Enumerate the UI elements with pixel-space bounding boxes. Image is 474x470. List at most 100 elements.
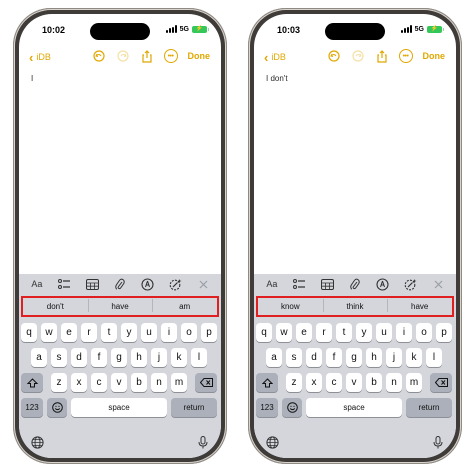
table-icon[interactable] — [320, 277, 334, 291]
key-h[interactable]: h — [366, 348, 382, 367]
checklist-icon[interactable] — [58, 277, 72, 291]
key-x[interactable]: x — [71, 373, 87, 392]
key-e[interactable]: e — [296, 323, 312, 342]
key-g[interactable]: g — [346, 348, 362, 367]
note-body-text[interactable]: I don't — [266, 74, 288, 83]
markup-pen-icon[interactable] — [376, 277, 390, 291]
back-button[interactable]: ‹ iDB — [29, 51, 51, 64]
space-bar[interactable]: space — [306, 398, 402, 417]
key-m[interactable]: m — [406, 373, 422, 392]
emoji-key[interactable] — [47, 398, 67, 417]
more-options-icon[interactable]: ••• — [163, 49, 178, 63]
paperclip-icon[interactable] — [348, 277, 362, 291]
redo-icon[interactable] — [116, 49, 130, 63]
more-options-icon[interactable]: ••• — [398, 49, 413, 63]
markup-pen-icon[interactable] — [141, 277, 155, 291]
key-d[interactable]: d — [71, 348, 87, 367]
key-w[interactable]: w — [41, 323, 57, 342]
key-j[interactable]: j — [151, 348, 167, 367]
globe-icon[interactable] — [264, 434, 280, 450]
suggestion-2[interactable]: have — [87, 299, 153, 312]
microphone-icon[interactable] — [195, 434, 211, 450]
delete-key[interactable] — [195, 373, 217, 392]
redo-icon[interactable] — [351, 49, 365, 63]
key-u[interactable]: u — [141, 323, 157, 342]
checklist-icon[interactable] — [293, 277, 307, 291]
key-i[interactable]: i — [396, 323, 412, 342]
key-t[interactable]: t — [336, 323, 352, 342]
close-icon[interactable] — [431, 277, 445, 291]
ai-writing-tools-icon[interactable] — [168, 277, 182, 291]
key-k[interactable]: k — [406, 348, 422, 367]
key-b[interactable]: b — [366, 373, 382, 392]
done-button[interactable]: Done — [423, 51, 446, 61]
key-x[interactable]: x — [306, 373, 322, 392]
key-t[interactable]: t — [101, 323, 117, 342]
numbers-key[interactable]: 123 — [21, 398, 43, 417]
suggestion-3[interactable]: am — [152, 299, 217, 312]
shift-key[interactable] — [256, 373, 278, 392]
suggestion-2[interactable]: think — [322, 299, 388, 312]
key-f[interactable]: f — [91, 348, 107, 367]
space-bar[interactable]: space — [71, 398, 167, 417]
back-button[interactable]: ‹ iDB — [264, 51, 286, 64]
key-i[interactable]: i — [161, 323, 177, 342]
key-q[interactable]: q — [256, 323, 272, 342]
key-v[interactable]: v — [346, 373, 362, 392]
key-v[interactable]: v — [111, 373, 127, 392]
numbers-key[interactable]: 123 — [256, 398, 278, 417]
key-k[interactable]: k — [171, 348, 187, 367]
key-l[interactable]: l — [426, 348, 442, 367]
note-body-text[interactable]: I — [31, 74, 33, 83]
key-h[interactable]: h — [131, 348, 147, 367]
undo-icon[interactable] — [92, 49, 106, 63]
suggestion-1[interactable]: know — [258, 302, 323, 311]
undo-icon[interactable] — [327, 49, 341, 63]
key-z[interactable]: z — [51, 373, 67, 392]
key-p[interactable]: p — [436, 323, 452, 342]
suggestion-3[interactable]: have — [387, 299, 452, 312]
key-o[interactable]: o — [181, 323, 197, 342]
key-f[interactable]: f — [326, 348, 342, 367]
paperclip-icon[interactable] — [113, 277, 127, 291]
key-j[interactable]: j — [386, 348, 402, 367]
key-l[interactable]: l — [191, 348, 207, 367]
key-s[interactable]: s — [51, 348, 67, 367]
key-c[interactable]: c — [91, 373, 107, 392]
key-y[interactable]: y — [356, 323, 372, 342]
key-n[interactable]: n — [151, 373, 167, 392]
key-g[interactable]: g — [111, 348, 127, 367]
suggestion-1[interactable]: don't — [23, 302, 88, 311]
key-w[interactable]: w — [276, 323, 292, 342]
emoji-key[interactable] — [282, 398, 302, 417]
close-icon[interactable] — [196, 277, 210, 291]
globe-icon[interactable] — [29, 434, 45, 450]
key-a[interactable]: a — [31, 348, 47, 367]
key-b[interactable]: b — [131, 373, 147, 392]
ai-writing-tools-icon[interactable] — [403, 277, 417, 291]
format-text-button[interactable]: Aa — [30, 277, 44, 291]
key-n[interactable]: n — [386, 373, 402, 392]
key-u[interactable]: u — [376, 323, 392, 342]
return-key[interactable]: return — [171, 398, 217, 417]
key-r[interactable]: r — [316, 323, 332, 342]
key-a[interactable]: a — [266, 348, 282, 367]
key-d[interactable]: d — [306, 348, 322, 367]
key-r[interactable]: r — [81, 323, 97, 342]
key-q[interactable]: q — [21, 323, 37, 342]
key-m[interactable]: m — [171, 373, 187, 392]
done-button[interactable]: Done — [188, 51, 211, 61]
microphone-icon[interactable] — [430, 434, 446, 450]
table-icon[interactable] — [85, 277, 99, 291]
key-c[interactable]: c — [326, 373, 342, 392]
share-icon[interactable] — [140, 49, 154, 63]
key-p[interactable]: p — [201, 323, 217, 342]
key-e[interactable]: e — [61, 323, 77, 342]
format-text-button[interactable]: Aa — [265, 277, 279, 291]
key-y[interactable]: y — [121, 323, 137, 342]
delete-key[interactable] — [430, 373, 452, 392]
shift-key[interactable] — [21, 373, 43, 392]
key-s[interactable]: s — [286, 348, 302, 367]
key-o[interactable]: o — [416, 323, 432, 342]
key-z[interactable]: z — [286, 373, 302, 392]
